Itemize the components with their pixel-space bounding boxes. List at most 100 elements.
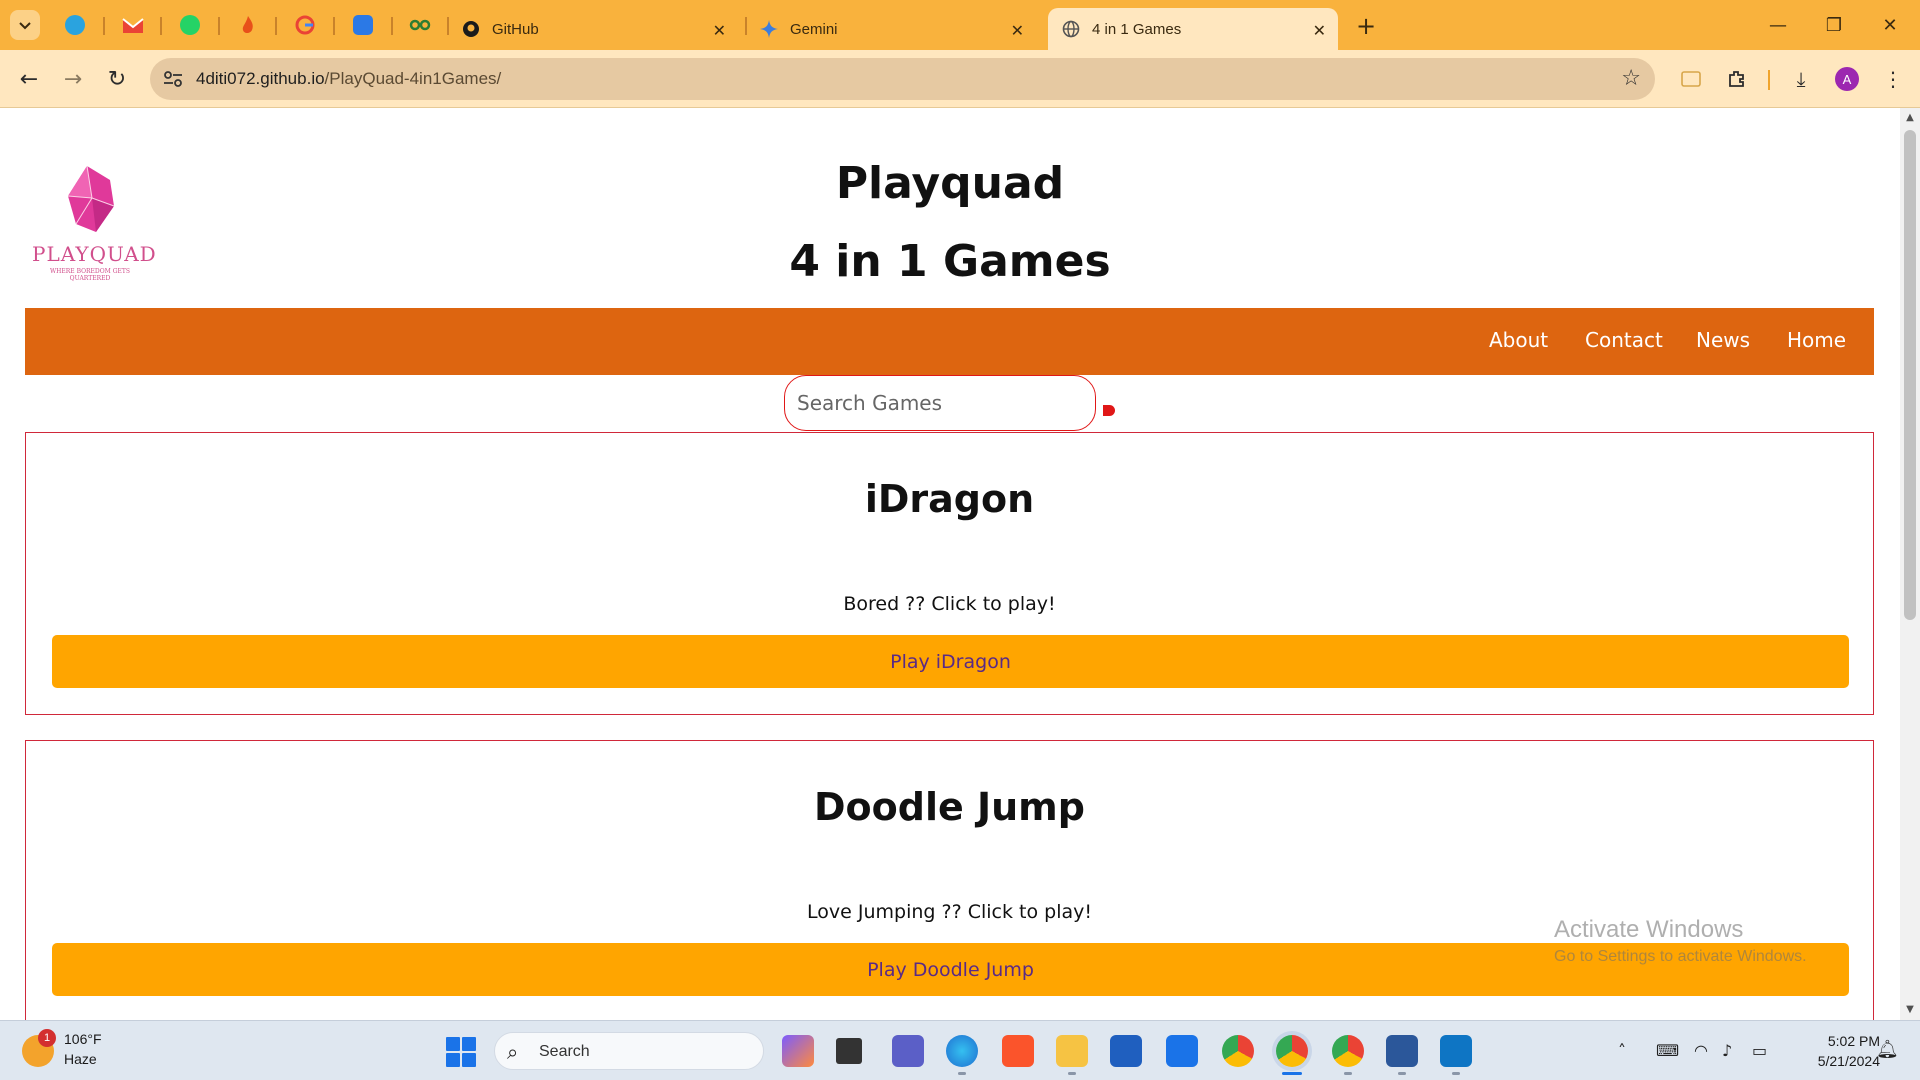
reload-icon: ↻ (107, 66, 127, 92)
new-tab-button[interactable]: + (1352, 12, 1380, 40)
weather-badge: 1 (38, 1029, 56, 1047)
close-icon: ✕ (1882, 14, 1898, 36)
extensions-icon[interactable] (1722, 64, 1752, 94)
windows-logo-tile (446, 1037, 460, 1051)
pinned-tab-google[interactable] (292, 12, 318, 38)
close-icon[interactable]: ✕ (1011, 21, 1024, 41)
store-app-icon[interactable] (1110, 1035, 1142, 1067)
minimize-button[interactable]: — (1758, 10, 1798, 40)
nav-link-news[interactable]: News (1696, 328, 1750, 352)
chevron-up-icon[interactable]: ˄ (1618, 1041, 1626, 1060)
search-games-input[interactable] (784, 375, 1096, 431)
restore-button[interactable]: ❐ (1814, 10, 1854, 40)
reload-button[interactable]: ↻ (102, 64, 132, 94)
mail-app-icon[interactable] (1166, 1035, 1198, 1067)
address-bar[interactable]: 4diti072.github.io/PlayQuad-4in1Games/ ☆ (150, 58, 1655, 100)
brave-app-icon[interactable] (1002, 1035, 1034, 1067)
taskbar-search-label: Search (539, 1043, 590, 1060)
taskbar-search[interactable]: ⌕ Search (494, 1032, 764, 1070)
url-path: /PlayQuad-4in1Games/ (324, 69, 502, 88)
pinned-tab-flame[interactable] (235, 12, 261, 38)
weather-temperature[interactable]: 106°F (64, 1031, 102, 1047)
watermark-line-1: Activate Windows (1554, 916, 1744, 943)
copilot-app-icon[interactable] (782, 1035, 814, 1067)
clock-date: 5/21/2024 (1817, 1053, 1880, 1069)
restore-icon: ❐ (1825, 14, 1843, 36)
running-indicator (958, 1072, 966, 1075)
avatar: A (1835, 67, 1859, 91)
arrow-left-icon: ← (19, 66, 39, 92)
link-icon (409, 19, 431, 31)
scroll-up-icon[interactable]: ▲ (1904, 112, 1916, 124)
tab-label: 4 in 1 Games (1092, 20, 1182, 38)
google-icon (295, 15, 315, 35)
globe-icon (1062, 20, 1080, 38)
bookmark-star-icon[interactable]: ☆ (1621, 66, 1641, 91)
weather-condition[interactable]: Haze (64, 1051, 97, 1067)
page-subtitle: 4 in 1 Games (789, 236, 1111, 287)
vscode-app-icon[interactable] (1440, 1035, 1472, 1067)
pinned-tab-help[interactable] (350, 12, 376, 38)
edge-app-icon[interactable] (946, 1035, 978, 1067)
tab-divider (391, 17, 393, 35)
play-idragon-button[interactable]: Play iDragon (52, 635, 1849, 688)
word-app-icon[interactable] (1386, 1035, 1418, 1067)
nav-link-contact[interactable]: Contact (1585, 328, 1663, 352)
game-description: Bored ?? Click to play! (843, 593, 1056, 615)
help-icon (353, 15, 373, 35)
pinned-tab-telegram[interactable] (62, 12, 88, 38)
system-clock[interactable]: 5:02 PM 5/21/2024 (1790, 1031, 1880, 1071)
chrome-profile-a-icon[interactable] (1276, 1035, 1308, 1067)
browser-toolbar: ← → ↻ 4diti072.github.io/PlayQuad-4in1Ga… (0, 50, 1920, 108)
tab-search-button[interactable] (10, 10, 40, 40)
nav-link-about[interactable]: About (1489, 328, 1548, 352)
tab-divider (103, 17, 105, 35)
tab-gemini[interactable]: Gemini ✕ (746, 8, 1036, 50)
search-icon: ⌕ (507, 1040, 519, 1064)
watermark-line-2: Go to Settings to activate Windows. (1554, 948, 1807, 965)
keyboard-icon[interactable]: ⌨ (1656, 1041, 1679, 1060)
teams-app-icon[interactable] (892, 1035, 924, 1067)
tab-github[interactable]: GitHub ✕ (448, 8, 738, 50)
back-button[interactable]: ← (14, 64, 44, 94)
scrollbar-thumb[interactable] (1904, 130, 1916, 620)
pinned-tab-gmail[interactable] (120, 12, 146, 38)
scroll-down-icon[interactable]: ▼ (1904, 1004, 1916, 1016)
running-indicator (1452, 1072, 1460, 1075)
chrome-app-icon[interactable] (1222, 1035, 1254, 1067)
tab-4-in-1-games[interactable]: 4 in 1 Games ✕ (1048, 8, 1338, 50)
file-explorer-icon[interactable] (1056, 1035, 1088, 1067)
windows-taskbar: 1 106°F Haze ⌕ Search ˄ ⌨ ◠ ♪ ▭ 5:02 PM … (0, 1020, 1920, 1080)
page-scrollbar[interactable]: ▲ ▼ (1900, 108, 1920, 1020)
wifi-icon[interactable]: ◠ (1694, 1041, 1708, 1060)
cast-icon[interactable] (1676, 64, 1706, 94)
volume-icon[interactable]: ♪ (1722, 1041, 1732, 1060)
nav-link-home[interactable]: Home (1787, 328, 1846, 352)
close-icon[interactable]: ✕ (713, 21, 726, 41)
github-icon (462, 20, 480, 38)
pinned-tab-whatsapp[interactable] (177, 12, 203, 38)
windows-logo-tile (462, 1037, 476, 1051)
close-icon[interactable]: ✕ (1313, 21, 1326, 41)
main-navbar: About Contact News Home (25, 308, 1874, 375)
notification-bell-icon[interactable]: 🔔︎ (1876, 1039, 1899, 1060)
menu-kebab-icon[interactable]: ⋮ (1878, 64, 1908, 94)
chrome-profile-b-icon[interactable] (1332, 1035, 1364, 1067)
start-button[interactable] (446, 1037, 476, 1067)
close-window-button[interactable]: ✕ (1870, 10, 1910, 40)
downloads-icon[interactable]: ⤓ (1786, 64, 1816, 94)
gmail-icon (122, 18, 144, 33)
pinned-tab-link[interactable] (407, 12, 433, 38)
profile-button[interactable]: A (1832, 64, 1862, 94)
running-indicator (1344, 1072, 1352, 1075)
tab-strip: GitHub ✕ Gemini ✕ 4 in 1 Games ✕ + — ❐ ✕ (0, 0, 1920, 50)
task-view-icon[interactable] (836, 1038, 862, 1064)
battery-icon[interactable]: ▭ (1752, 1041, 1767, 1060)
forward-button[interactable]: → (58, 64, 88, 94)
search-submit-marker[interactable] (1103, 405, 1115, 416)
site-info-icon[interactable] (162, 68, 184, 90)
game-card-doodle-jump: Doodle Jump Love Jumping ?? Click to pla… (25, 740, 1874, 1020)
game-card-idragon: iDragon Bored ?? Click to play! Play iDr… (25, 432, 1874, 715)
minimize-icon: — (1769, 14, 1787, 36)
page-viewport: PLAYQUAD WHERE BOREDOM GETS QUARTERED Pl… (0, 108, 1900, 1020)
